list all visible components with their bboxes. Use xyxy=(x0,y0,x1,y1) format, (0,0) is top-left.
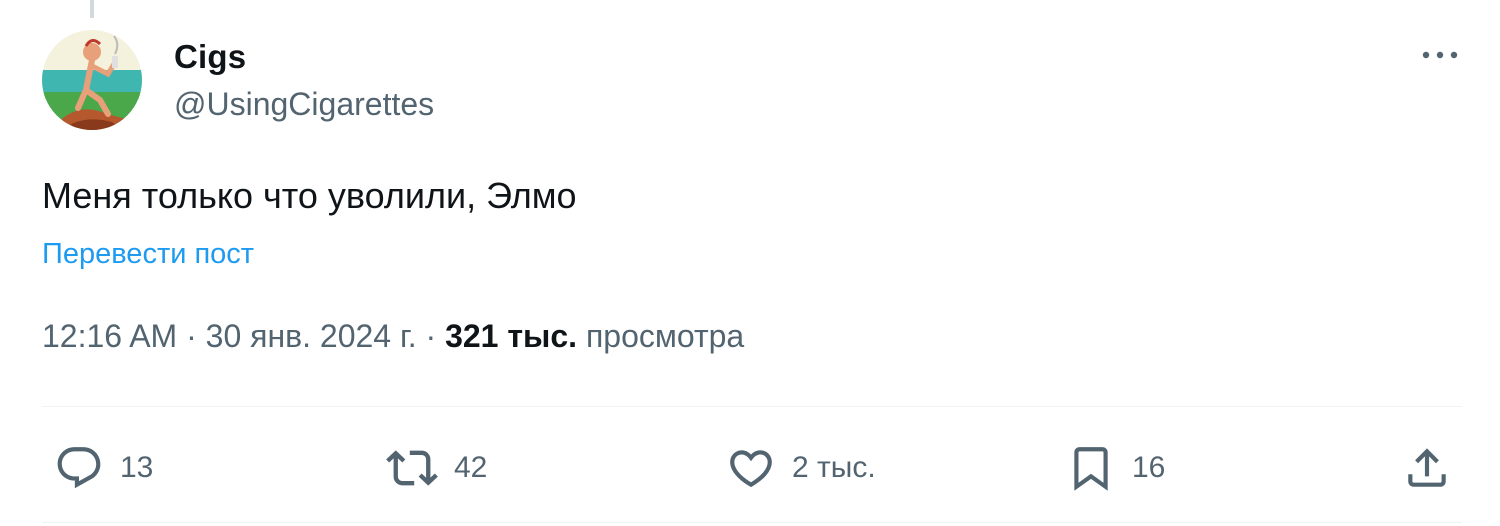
like-button[interactable]: 2 тыс. xyxy=(726,438,876,498)
repost-icon xyxy=(386,442,438,494)
reply-icon xyxy=(54,443,104,493)
more-options-button[interactable] xyxy=(1418,40,1462,70)
action-bar: 13 42 2 тыс. 16 xyxy=(42,438,1462,498)
avatar[interactable] xyxy=(42,30,142,130)
divider xyxy=(42,522,1462,523)
author-handle[interactable]: @UsingCigarettes xyxy=(174,86,434,123)
like-count: 2 тыс. xyxy=(792,451,876,484)
translate-post-link[interactable]: Перевести пост xyxy=(42,238,254,271)
heart-icon xyxy=(726,443,776,493)
reply-count: 13 xyxy=(120,451,154,484)
repost-count: 42 xyxy=(454,451,488,484)
post-time[interactable]: 12:16 AM xyxy=(42,318,177,354)
bookmark-count: 16 xyxy=(1132,451,1166,484)
meta-separator: · xyxy=(425,318,437,354)
thread-connector-line xyxy=(90,0,94,18)
bookmark-button[interactable]: 16 xyxy=(1066,438,1165,498)
views-label: просмотра xyxy=(585,318,745,354)
reply-button[interactable]: 13 xyxy=(54,438,153,498)
avatar-image xyxy=(42,30,142,130)
tweet-detail: Cigs @UsingCigarettes Меня только что ув… xyxy=(0,0,1500,526)
divider xyxy=(42,406,1462,407)
repost-button[interactable]: 42 xyxy=(386,438,487,498)
author-display-name[interactable]: Cigs xyxy=(174,38,246,76)
more-dots-icon xyxy=(1422,51,1458,59)
views-count: 321 тыс. xyxy=(445,318,578,354)
post-text: Меня только что уволили, Элмо xyxy=(42,175,577,216)
meta-separator: · xyxy=(186,318,197,354)
post-date[interactable]: 30 янв. 2024 г. xyxy=(206,318,417,354)
share-button[interactable] xyxy=(1402,438,1452,498)
share-icon xyxy=(1402,443,1452,493)
post-meta: 12:16 AM · 30 янв. 2024 г. · 321 тыс. пр… xyxy=(42,318,744,355)
bookmark-icon xyxy=(1066,443,1116,493)
